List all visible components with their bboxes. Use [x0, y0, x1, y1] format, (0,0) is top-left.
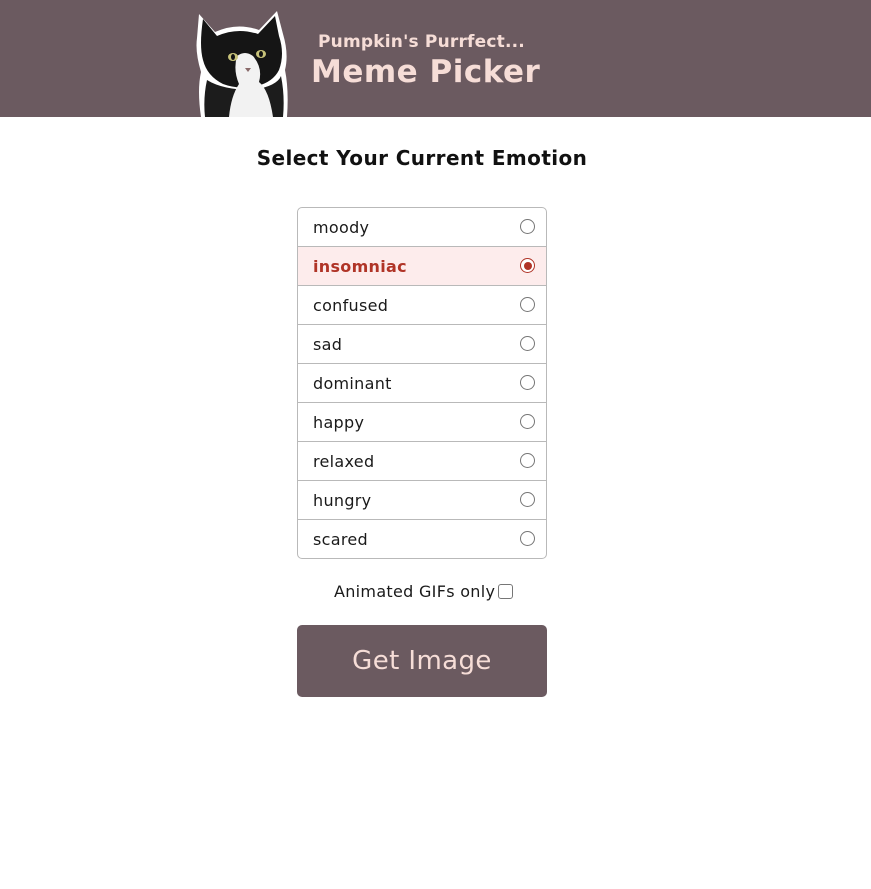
radio-button[interactable] — [520, 414, 535, 429]
emotion-option-sad[interactable]: sad — [298, 325, 546, 364]
emotion-label: confused — [313, 296, 389, 315]
emotion-label: dominant — [313, 374, 392, 393]
radio-button[interactable] — [520, 336, 535, 351]
radio-button[interactable] — [520, 531, 535, 546]
radio-button[interactable] — [520, 258, 535, 273]
animated-gifs-checkbox[interactable] — [498, 584, 513, 599]
emotion-label: scared — [313, 530, 368, 549]
emotion-option-scared[interactable]: scared — [298, 520, 546, 558]
cat-photo-icon — [196, 11, 288, 117]
page-heading: Select Your Current Emotion — [256, 146, 588, 170]
emotion-label: happy — [313, 413, 365, 432]
radio-button[interactable] — [520, 375, 535, 390]
emotion-option-dominant[interactable]: dominant — [298, 364, 546, 403]
header-title: Meme Picker — [311, 54, 541, 90]
emotion-option-confused[interactable]: confused — [298, 286, 546, 325]
radio-button[interactable] — [520, 219, 535, 234]
get-image-button[interactable]: Get Image — [297, 625, 547, 697]
site-header: Pumpkin's Purrfect... Meme Picker — [0, 0, 871, 117]
emotion-option-happy[interactable]: happy — [298, 403, 546, 442]
emotion-label: relaxed — [313, 452, 375, 471]
emotion-option-hungry[interactable]: hungry — [298, 481, 546, 520]
gif-option-label: Animated GIFs only — [334, 582, 496, 601]
emotion-label: insomniac — [313, 257, 407, 276]
radio-button[interactable] — [520, 297, 535, 312]
emotion-option-relaxed[interactable]: relaxed — [298, 442, 546, 481]
radio-button[interactable] — [520, 453, 535, 468]
emotion-label: hungry — [313, 491, 372, 510]
emotion-radio-list: moody insomniac confused sad dominant ha… — [297, 207, 547, 559]
emotion-label: sad — [313, 335, 343, 354]
emotion-option-moody[interactable]: moody — [298, 208, 546, 247]
emotion-label: moody — [313, 218, 370, 237]
header-subtitle: Pumpkin's Purrfect... — [318, 32, 525, 52]
radio-button[interactable] — [520, 492, 535, 507]
emotion-option-insomniac[interactable]: insomniac — [298, 247, 546, 286]
